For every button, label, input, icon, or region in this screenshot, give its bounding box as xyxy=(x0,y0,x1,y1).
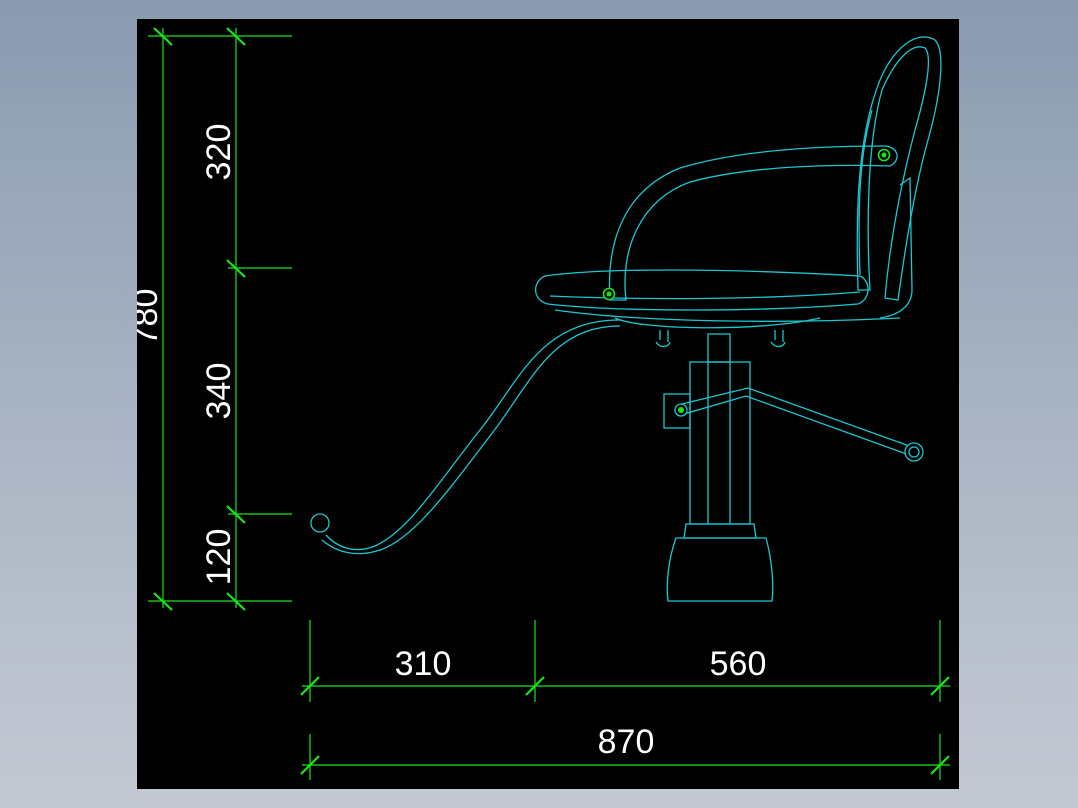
dimension-overall-width: 870 xyxy=(598,723,655,761)
drawing-canvas: 780 320 340 120 310 560 870 xyxy=(137,19,959,789)
footrest-knob xyxy=(310,513,330,533)
dimension-left-width: 310 xyxy=(395,645,452,683)
seat-cushion xyxy=(534,269,869,311)
pump-pedal xyxy=(681,387,916,457)
dimension-top-height: 320 xyxy=(200,124,238,181)
dimension-middle-height: 340 xyxy=(200,363,238,420)
backrest xyxy=(856,36,942,301)
hydraulic-column xyxy=(689,361,751,525)
armrest xyxy=(608,145,898,301)
chair-drawing: 780 320 340 120 310 560 870 xyxy=(137,27,950,780)
chair-outline xyxy=(310,36,942,602)
chair-base xyxy=(666,537,774,602)
vertical-dimension-lines xyxy=(148,27,292,611)
dimension-overall-height: 780 xyxy=(137,289,165,346)
dimension-bottom-height: 120 xyxy=(200,529,238,586)
footrest-bar xyxy=(325,319,621,551)
dimension-right-width: 560 xyxy=(710,645,767,683)
